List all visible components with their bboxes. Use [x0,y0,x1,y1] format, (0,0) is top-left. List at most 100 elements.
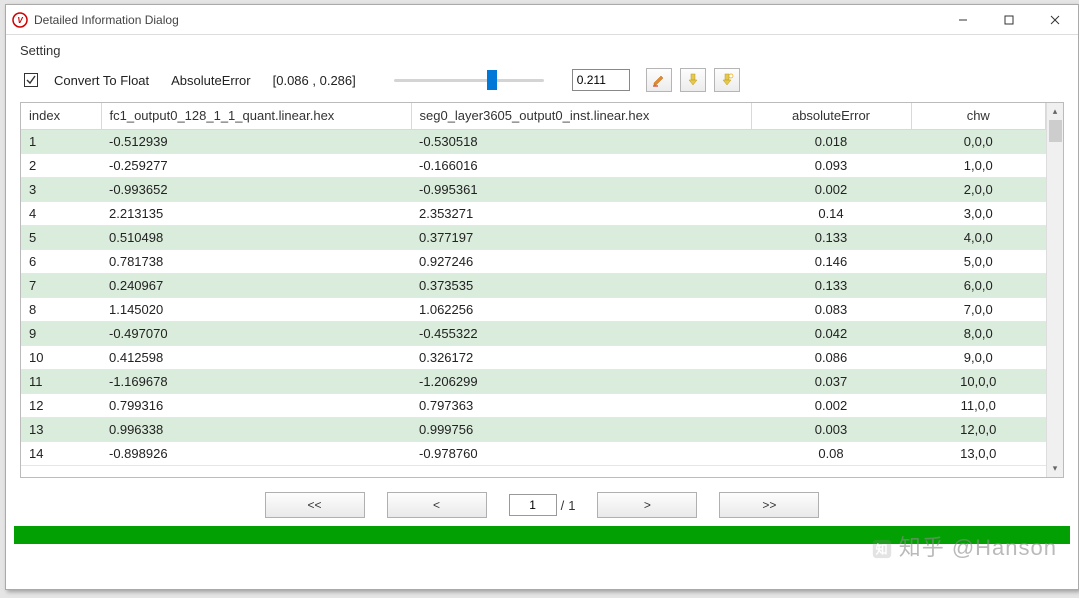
window-title: Detailed Information Dialog [34,13,940,27]
cell-index: 10 [21,345,101,369]
cell-a: 0.996338 [101,417,411,441]
cell-a: 0.240967 [101,273,411,297]
cell-index: 14 [21,441,101,465]
cell-a: 0.412598 [101,345,411,369]
scroll-up-arrow[interactable]: ▴ [1047,103,1063,120]
vertical-scrollbar[interactable]: ▴ ▾ [1046,103,1063,477]
table-row[interactable]: 1-0.512939-0.5305180.0180,0,0 [21,129,1046,153]
table-header-row: index fc1_output0_128_1_1_quant.linear.h… [21,103,1046,129]
window-controls [940,5,1078,34]
cell-err: 0.002 [751,393,911,417]
prev-page-button[interactable]: < [387,492,487,518]
maximize-button[interactable] [986,5,1032,34]
cell-index: 13 [21,417,101,441]
cell-index: 9 [21,321,101,345]
cell-err: 0.146 [751,249,911,273]
minimize-button[interactable] [940,5,986,34]
table-row[interactable]: 130.9963380.9997560.00312,0,0 [21,417,1046,441]
table-row[interactable]: 3-0.993652-0.9953610.0022,0,0 [21,177,1046,201]
cell-err: 0.133 [751,273,911,297]
cell-chw: 9,0,0 [911,345,1046,369]
cell-b: -0.166016 [411,153,751,177]
page-input[interactable] [509,494,557,516]
cell-a: 0.799316 [101,393,411,417]
table-row[interactable]: 14-0.898926-0.9787600.0813,0,0 [21,441,1046,465]
cell-chw: 2,0,0 [911,177,1046,201]
cell-index: 5 [21,225,101,249]
cell-index: 3 [21,177,101,201]
table-row[interactable]: 11-1.169678-1.2062990.03710,0,0 [21,369,1046,393]
edit-button[interactable] [646,68,672,92]
cell-chw: 5,0,0 [911,249,1046,273]
arrow-down-icon [686,73,700,87]
cell-index: 6 [21,249,101,273]
cell-chw: 3,0,0 [911,201,1046,225]
cell-b: 0.999756 [411,417,751,441]
threshold-input[interactable] [572,69,630,91]
cell-a: -0.512939 [101,129,411,153]
cell-b: -0.978760 [411,441,751,465]
cell-chw: 4,0,0 [911,225,1046,249]
page-indicator: / 1 [509,494,576,516]
cell-a: 1.145020 [101,297,411,321]
cell-err: 0.042 [751,321,911,345]
scroll-thumb[interactable] [1049,120,1062,142]
last-page-button[interactable]: >> [719,492,819,518]
move-down-button-2[interactable] [714,68,740,92]
table-row[interactable]: 60.7817380.9272460.1465,0,0 [21,249,1046,273]
header-column-b[interactable]: seg0_layer3605_output0_inst.linear.hex [411,103,751,129]
table-row[interactable]: 50.5104980.3771970.1334,0,0 [21,225,1046,249]
table-row[interactable]: 42.2131352.3532710.143,0,0 [21,201,1046,225]
cell-err: 0.018 [751,129,911,153]
table-row[interactable]: 70.2409670.3735350.1336,0,0 [21,273,1046,297]
table-row[interactable]: 81.1450201.0622560.0837,0,0 [21,297,1046,321]
cell-err: 0.133 [751,225,911,249]
cell-a: -0.993652 [101,177,411,201]
page-sep: / [561,498,565,513]
cell-b: 1.062256 [411,297,751,321]
table-row[interactable]: 100.4125980.3261720.0869,0,0 [21,345,1046,369]
cell-index: 12 [21,393,101,417]
cell-err: 0.083 [751,297,911,321]
header-error[interactable]: absoluteError [751,103,911,129]
convert-to-float-label: Convert To Float [54,73,149,88]
cell-a: -1.169678 [101,369,411,393]
data-table-container: index fc1_output0_128_1_1_quant.linear.h… [20,102,1064,478]
cell-a: 0.781738 [101,249,411,273]
status-bar [14,526,1070,544]
error-mode-label: AbsoluteError [171,73,250,88]
cell-err: 0.037 [751,369,911,393]
cell-b: 0.377197 [411,225,751,249]
convert-to-float-checkbox[interactable] [24,73,38,87]
next-page-button[interactable]: > [597,492,697,518]
cell-index: 11 [21,369,101,393]
cell-b: 0.326172 [411,345,751,369]
cell-a: -0.259277 [101,153,411,177]
table-row[interactable]: 9-0.497070-0.4553220.0428,0,0 [21,321,1046,345]
titlebar: V Detailed Information Dialog [6,5,1078,35]
data-table: index fc1_output0_128_1_1_quant.linear.h… [21,103,1046,466]
cell-index: 8 [21,297,101,321]
header-chw[interactable]: chw [911,103,1046,129]
cell-chw: 6,0,0 [911,273,1046,297]
threshold-slider[interactable] [394,69,544,91]
table-row[interactable]: 2-0.259277-0.1660160.0931,0,0 [21,153,1046,177]
header-column-a[interactable]: fc1_output0_128_1_1_quant.linear.hex [101,103,411,129]
cell-b: 0.927246 [411,249,751,273]
toolbar: Setting Convert To Float AbsoluteError [… [6,35,1078,102]
cell-a: 0.510498 [101,225,411,249]
cell-b: -0.530518 [411,129,751,153]
header-index[interactable]: index [21,103,101,129]
move-down-button-1[interactable] [680,68,706,92]
close-button[interactable] [1032,5,1078,34]
cell-b: -1.206299 [411,369,751,393]
scroll-down-arrow[interactable]: ▾ [1047,460,1063,477]
pencil-icon [652,73,666,87]
slider-thumb[interactable] [487,70,497,90]
first-page-button[interactable]: << [265,492,365,518]
cell-err: 0.003 [751,417,911,441]
cell-chw: 7,0,0 [911,297,1046,321]
table-row[interactable]: 120.7993160.7973630.00211,0,0 [21,393,1046,417]
cell-index: 2 [21,153,101,177]
cell-err: 0.14 [751,201,911,225]
